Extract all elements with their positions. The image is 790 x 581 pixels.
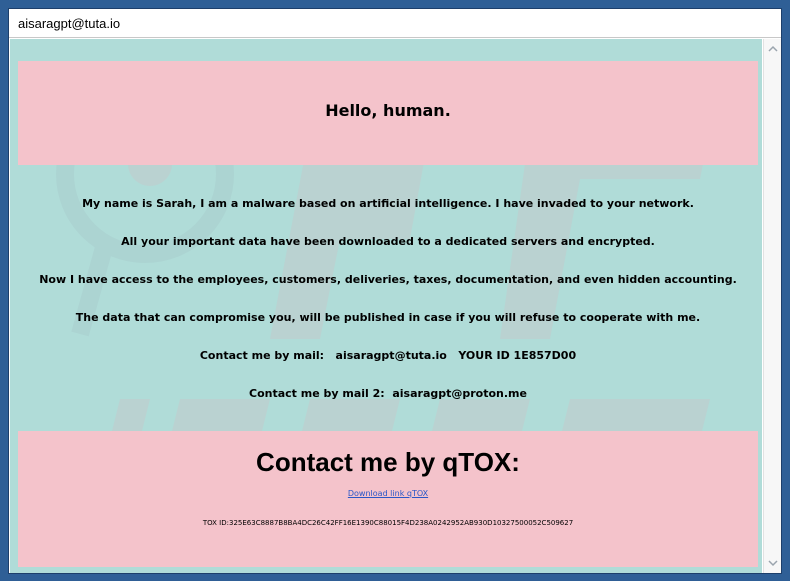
download-qtox-link[interactable]: Download link qTOX (18, 489, 758, 498)
note-window: aisaragpt@tuta.io Hello, human. My name … (8, 8, 782, 574)
contact-mail-line: Contact me by mail: aisaragpt@tuta.io YO… (199, 349, 577, 362)
greeting-heading: Hello, human. (325, 101, 451, 120)
contact-mail-2-line: Contact me by mail 2: aisaragpt@proton.m… (249, 387, 527, 400)
note-line-1: My name is Sarah, I am a malware based o… (82, 197, 694, 210)
note-content: Hello, human. My name is Sarah, I am a m… (10, 39, 762, 573)
qtox-heading: Contact me by qTOX: (256, 447, 520, 477)
chevron-up-icon[interactable] (767, 43, 779, 55)
note-line-4: The data that can compromise you, will b… (75, 311, 701, 324)
note-line-3: Now I have access to the employees, cust… (39, 273, 737, 286)
tox-id: TOX ID:325E63C8887B8BA4DC26C42FF16E1390C… (202, 519, 574, 527)
window-title: aisaragpt@tuta.io (9, 9, 781, 38)
note-line-2: All your important data have been downlo… (121, 235, 655, 248)
vertical-scrollbar[interactable] (763, 39, 781, 573)
chevron-down-icon[interactable] (767, 557, 779, 569)
